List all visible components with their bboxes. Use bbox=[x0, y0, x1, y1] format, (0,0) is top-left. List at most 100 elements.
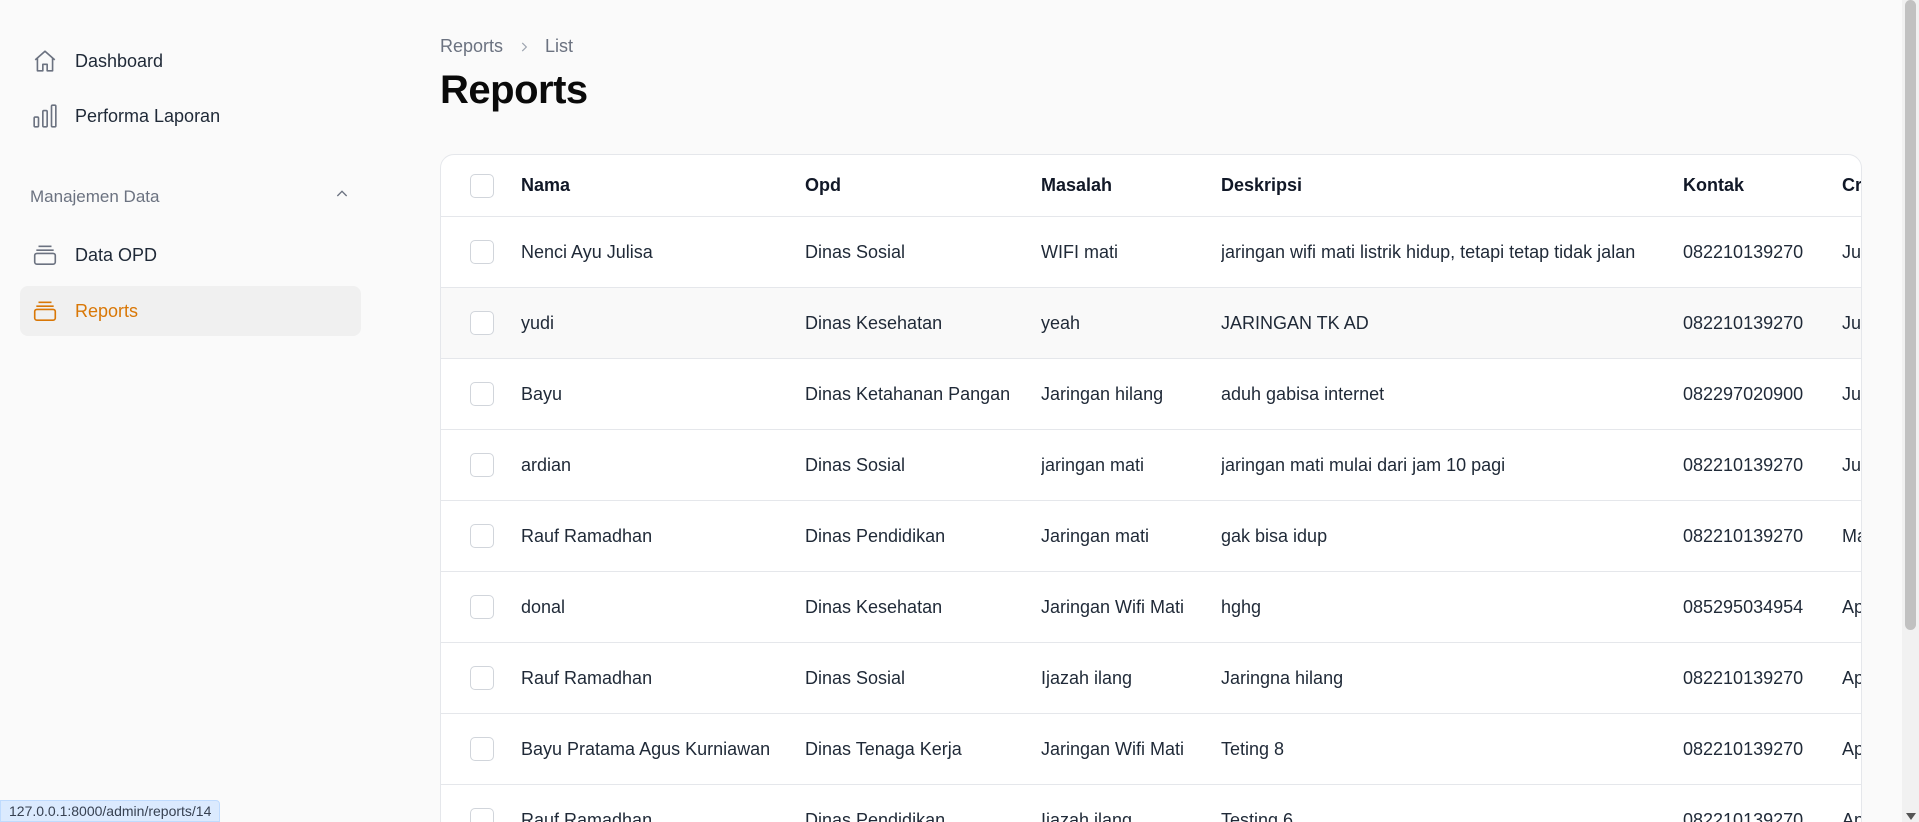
sidebar-group-label: Manajemen Data bbox=[30, 186, 160, 206]
column-header-kontak[interactable]: Kontak bbox=[1683, 175, 1838, 196]
cell-nama: ardian bbox=[521, 454, 572, 475]
cell-created: Ap bbox=[1842, 809, 1862, 822]
cell-opd: Dinas Kesehatan bbox=[805, 596, 943, 617]
cell-created: Ju bbox=[1842, 454, 1862, 475]
cell-deskripsi: gak bisa idup bbox=[1221, 525, 1328, 546]
cell-masalah: Jaringan Wifi Mati bbox=[1041, 596, 1185, 617]
cell-kontak: 082210139270 bbox=[1683, 454, 1804, 475]
cell-nama: donal bbox=[521, 596, 566, 617]
cell-nama: Bayu Pratama Agus Kurniawan bbox=[521, 738, 771, 759]
cell-opd: Dinas Sosial bbox=[805, 241, 906, 262]
column-header-created[interactable]: Cr bbox=[1842, 175, 1861, 196]
sidebar-item-performa-laporan[interactable]: Performa Laporan bbox=[20, 91, 361, 141]
cell-nama: Rauf Ramadhan bbox=[521, 809, 653, 822]
cell-masalah: WIFI mati bbox=[1041, 241, 1118, 262]
cell-kontak: 082210139270 bbox=[1683, 241, 1804, 262]
scroll-down-arrow-icon[interactable] bbox=[1906, 813, 1916, 820]
sidebar-item-data-opd[interactable]: Data OPD bbox=[20, 230, 361, 280]
sidebar-item-label: Reports bbox=[75, 300, 139, 321]
cell-kontak: 082210139270 bbox=[1683, 312, 1804, 333]
row-checkbox[interactable] bbox=[470, 240, 494, 264]
stack-icon bbox=[30, 296, 60, 326]
cell-kontak: 082210139270 bbox=[1683, 809, 1804, 822]
cell-deskripsi: hghg bbox=[1221, 596, 1262, 617]
cell-masalah: Ijazah ilang bbox=[1041, 667, 1133, 688]
sidebar-item-reports[interactable]: Reports bbox=[20, 286, 361, 336]
column-header-deskripsi[interactable]: Deskripsi bbox=[1221, 175, 1676, 196]
cell-created: Ap bbox=[1842, 596, 1862, 617]
row-checkbox[interactable] bbox=[470, 524, 494, 548]
page-scrollbar[interactable] bbox=[1902, 0, 1919, 822]
cell-nama: Nenci Ayu Julisa bbox=[521, 241, 653, 262]
select-all-checkbox[interactable] bbox=[470, 173, 494, 198]
sidebar-item-label: Performa Laporan bbox=[75, 105, 221, 126]
cell-nama: Rauf Ramadhan bbox=[521, 667, 653, 688]
cell-opd: Dinas Pendidikan bbox=[805, 525, 946, 546]
row-checkbox[interactable] bbox=[470, 666, 494, 690]
column-header-nama[interactable]: Nama bbox=[521, 175, 801, 196]
cell-created: Ju bbox=[1842, 383, 1862, 404]
table-row[interactable]: Bayu Dinas Ketahanan Pangan Jaringan hilan… bbox=[441, 359, 1862, 430]
cell-created: Ju bbox=[1842, 312, 1862, 333]
cell-kontak: 082297020900 bbox=[1683, 383, 1804, 404]
chevron-up-icon[interactable] bbox=[334, 186, 350, 207]
cell-masalah: jaringan mati bbox=[1041, 454, 1145, 475]
row-checkbox[interactable] bbox=[470, 311, 494, 335]
cell-nama: Bayu bbox=[521, 383, 563, 404]
cell-opd: Dinas Sosial bbox=[805, 667, 906, 688]
cell-deskripsi: Teting 8 bbox=[1221, 738, 1285, 759]
cell-deskripsi: aduh gabisa internet bbox=[1221, 383, 1385, 404]
cell-deskripsi: jaringan mati mulai dari jam 10 pagi bbox=[1221, 454, 1506, 475]
breadcrumb: Reports List bbox=[440, 36, 573, 57]
cell-kontak: 082210139270 bbox=[1683, 525, 1804, 546]
cell-nama: yudi bbox=[521, 312, 555, 333]
cell-created: Ju bbox=[1842, 241, 1862, 262]
row-checkbox[interactable] bbox=[470, 453, 494, 477]
cell-kontak: 082210139270 bbox=[1683, 667, 1804, 688]
reports-table: Nama Opd Masalah Deskripsi Kontak Cr Nen… bbox=[440, 154, 1862, 822]
table-row[interactable]: Nenci Ayu Julisa Dinas Sosial WIFI mati jar… bbox=[441, 217, 1862, 288]
cell-masalah: yeah bbox=[1041, 312, 1081, 333]
row-checkbox[interactable] bbox=[470, 595, 494, 619]
row-checkbox[interactable] bbox=[470, 382, 494, 406]
table-row[interactable]: Rauf Ramadhan Dinas Pendidikan Jaringan ma… bbox=[441, 501, 1861, 572]
cell-nama: Rauf Ramadhan bbox=[521, 525, 653, 546]
cell-deskripsi: JARINGAN TK AD bbox=[1221, 312, 1369, 333]
status-bar-url: 127.0.0.1:8000/admin/reports/14 bbox=[0, 800, 221, 822]
sidebar-item-dashboard[interactable]: Dashboard bbox=[20, 36, 361, 86]
table-row[interactable]: Bayu Pratama Agus Kurniawan Dinas Tenaga … bbox=[441, 714, 1861, 785]
cell-kontak: 085295034954 bbox=[1683, 596, 1804, 617]
cell-opd: Dinas Tenaga Kerja bbox=[805, 738, 962, 759]
cell-kontak: 082210139270 bbox=[1683, 738, 1804, 759]
cell-opd: Dinas Ketahanan Pangan bbox=[805, 383, 1011, 404]
cell-masalah: Jaringan Wifi Mati bbox=[1041, 738, 1185, 759]
sidebar: Dashboard Performa Laporan Manajemen Dat… bbox=[0, 0, 380, 822]
chevron-right-icon bbox=[517, 40, 531, 54]
cell-masalah: Jaringan hilang bbox=[1041, 383, 1164, 404]
table-header: Nama Opd Masalah Deskripsi Kontak Cr bbox=[441, 155, 1861, 217]
cell-masalah: Jaringan mati bbox=[1041, 525, 1150, 546]
home-icon bbox=[30, 46, 60, 76]
breadcrumb-link-reports[interactable]: Reports bbox=[440, 36, 503, 57]
row-checkbox[interactable] bbox=[470, 737, 494, 761]
table-row[interactable]: ardian Dinas Sosial jaringan mati jaringan … bbox=[441, 430, 1862, 501]
cell-opd: Dinas Kesehatan bbox=[805, 312, 943, 333]
table-row[interactable]: Rauf Ramadhan Dinas Sosial Ijazah ilang Jar… bbox=[441, 643, 1862, 714]
cell-opd: Dinas Pendidikan bbox=[805, 809, 946, 822]
table-row[interactable]: yudi Dinas Kesehatan yeah JARINGAN TK AD 082… bbox=[441, 288, 1862, 359]
scrollbar-thumb[interactable] bbox=[1905, 0, 1916, 630]
sidebar-item-label: Data OPD bbox=[75, 244, 158, 265]
column-header-masalah[interactable]: Masalah bbox=[1041, 175, 1216, 196]
breadcrumb-current: List bbox=[545, 36, 574, 56]
cell-deskripsi: Jaringna hilang bbox=[1221, 667, 1344, 688]
cell-created: Ap bbox=[1842, 667, 1862, 688]
table-row[interactable]: Rauf Ramadhan Dinas Pendidikan Ijazah ilan… bbox=[441, 785, 1862, 822]
stack-icon bbox=[30, 240, 60, 270]
cell-masalah: Ijazah ilang bbox=[1041, 809, 1133, 822]
sidebar-item-label: Dashboard bbox=[75, 50, 164, 71]
row-checkbox[interactable] bbox=[470, 808, 494, 822]
page-title: Reports bbox=[440, 68, 588, 112]
sidebar-group-manajemen-data[interactable]: Manajemen Data bbox=[30, 186, 350, 207]
table-row[interactable]: donal Dinas Kesehatan Jaringan Wifi Mati hg… bbox=[441, 572, 1862, 643]
column-header-opd[interactable]: Opd bbox=[805, 175, 1035, 196]
